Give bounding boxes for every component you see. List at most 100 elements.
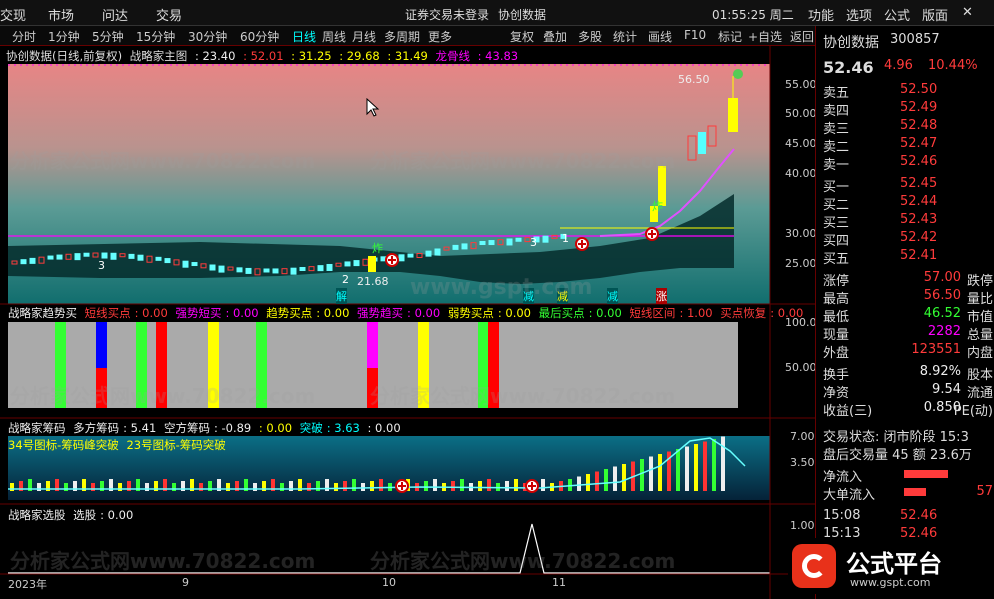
big-order-label: 大单流入 [823, 488, 876, 503]
login-notice[interactable]: 证券交易未登录 [405, 6, 489, 23]
signal-label: 解 [336, 288, 347, 304]
long-chip-value: : 5.41 [123, 421, 157, 435]
tool-overlay[interactable]: 叠加 [543, 28, 567, 45]
tool-draw[interactable]: 画线 [648, 28, 672, 45]
candle [182, 260, 189, 268]
stat-row: 外盘 123551 内盘 [816, 342, 994, 361]
bomb-label: 炸 [372, 242, 383, 255]
plus-marker-icon [575, 237, 589, 251]
clock: 01:55:25 周二 [712, 8, 794, 22]
close-icon[interactable]: ✕ [962, 5, 973, 20]
chip-bar [712, 439, 716, 491]
stat-label: 最低 [823, 310, 850, 325]
period-tab-intraday[interactable]: 分时 [12, 28, 36, 45]
after-hours-text: 盘后交易量 45 额 23.6万 [823, 448, 972, 463]
select-indicator-name[interactable]: 战略家选股 [8, 508, 66, 522]
chip-bar [487, 479, 491, 491]
bid-row[interactable]: 买三 52.43 [816, 212, 994, 231]
period-toolbar: 分时 1分钟 5分钟 15分钟 30分钟 60分钟 日线 周线 月线 多周期 更… [0, 26, 815, 46]
chip-indicator-name[interactable]: 战略家筹码 [8, 421, 66, 435]
stat-label: 换手 [823, 368, 850, 383]
top-marker-icon [733, 69, 743, 79]
menu-item-options[interactable]: 选项 [846, 5, 872, 24]
candle [263, 268, 270, 273]
ask-label: 卖二 [823, 140, 850, 155]
menu-item-market[interactable]: 市场 [48, 5, 74, 24]
period-tab-multi[interactable]: 多周期 [384, 28, 420, 45]
stat-value: 2282 [927, 324, 961, 339]
chip-bar [541, 479, 545, 491]
period-tab-weekly[interactable]: 周线 [322, 28, 346, 45]
tool-f10[interactable]: F10 [684, 28, 706, 42]
menu-item-formula[interactable]: 公式 [884, 5, 910, 24]
tool-adjust[interactable]: 复权 [510, 28, 534, 45]
period-tab-60min[interactable]: 60分钟 [240, 28, 279, 45]
menu-item-layout[interactable]: 版面 [922, 5, 948, 24]
chip-legend-1: 34号图标-筹码峰突破 [8, 438, 119, 452]
chip-bar [352, 479, 356, 491]
tool-add-favorite[interactable]: +自选 [748, 28, 782, 45]
bid-price: 52.42 [900, 230, 938, 245]
indicator-name[interactable]: 战略家主图 [130, 49, 188, 63]
watermark-text: 分析家公式网www.70822.com [10, 549, 316, 573]
chip-bar [604, 469, 608, 491]
ask-row[interactable]: 卖一 52.46 [816, 154, 994, 173]
bid-label: 买三 [823, 216, 850, 231]
bid-row[interactable]: 买二 52.44 [816, 194, 994, 213]
ask-row[interactable]: 卖二 52.47 [816, 136, 994, 155]
tick-row[interactable]: 15:08 52.46 [816, 508, 994, 526]
trend-values: 短线买点: 0.00 强势短买: 0.00 趋势买点: 0.00 强势趋买: 0… [85, 306, 808, 320]
chip-bar [685, 446, 689, 491]
ask-row[interactable]: 卖五 52.50 [816, 82, 994, 101]
chip-bar [307, 483, 311, 491]
stat-label: 最高 [823, 292, 850, 307]
trend-item-label: 买点恢复 [720, 306, 767, 320]
price-tick: 50.00 [785, 107, 817, 120]
candle [488, 240, 495, 246]
tool-back[interactable]: 返回 [790, 28, 814, 45]
candle [353, 260, 360, 267]
candle [128, 253, 135, 259]
chip-bar [577, 476, 581, 491]
short-chip-value: : -0.89 [213, 421, 252, 435]
logo-icon [792, 544, 836, 588]
bid-row[interactable]: 买五 52.41 [816, 248, 994, 267]
period-tab-daily[interactable]: 日线 [292, 28, 316, 45]
ask-price: 52.46 [900, 154, 938, 169]
candle [290, 267, 297, 275]
stat-label: 涨停 [823, 274, 850, 289]
chip-bar [505, 481, 509, 491]
ask-row[interactable]: 卖四 52.49 [816, 100, 994, 119]
candle [110, 252, 117, 260]
bid-row[interactable]: 买一 52.45 [816, 176, 994, 195]
period-tab-30min[interactable]: 30分钟 [188, 28, 227, 45]
menu-item-function[interactable]: 功能 [808, 5, 834, 24]
candle [74, 253, 81, 261]
period-tab-more[interactable]: 更多 [428, 28, 452, 45]
wave-number: 3 [98, 259, 105, 272]
candle [452, 244, 459, 250]
ask-label: 卖五 [823, 86, 850, 101]
menu-item-jiaoxian[interactable]: 交现 [0, 5, 26, 24]
period-tab-1min[interactable]: 1分钟 [48, 28, 80, 45]
tool-mark[interactable]: 标记 [718, 28, 742, 45]
bid-row[interactable]: 买四 52.42 [816, 230, 994, 249]
menu-item-trade[interactable]: 交易 [156, 5, 182, 24]
candle [542, 235, 549, 243]
chip-zero: : 0.00 [258, 421, 293, 435]
chip-bar [460, 479, 464, 491]
ask-price: 52.47 [900, 136, 938, 151]
trend-indicator-name[interactable]: 战略家趋势买 [8, 306, 77, 320]
wave-number: 3 [530, 236, 537, 249]
period-tab-monthly[interactable]: 月线 [352, 28, 376, 45]
candle [326, 263, 333, 271]
tool-stats[interactable]: 统计 [613, 28, 637, 45]
stat-right-label: 流通 [966, 386, 993, 401]
period-tab-5min[interactable]: 5分钟 [92, 28, 124, 45]
menu-item-wenda[interactable]: 问达 [102, 5, 128, 24]
stock-period-label: 协创数据(日线,前复权) [6, 49, 123, 63]
tool-multistock[interactable]: 多股 [578, 28, 602, 45]
ask-row[interactable]: 卖三 52.48 [816, 118, 994, 137]
chip-bar [586, 474, 590, 491]
period-tab-15min[interactable]: 15分钟 [136, 28, 175, 45]
